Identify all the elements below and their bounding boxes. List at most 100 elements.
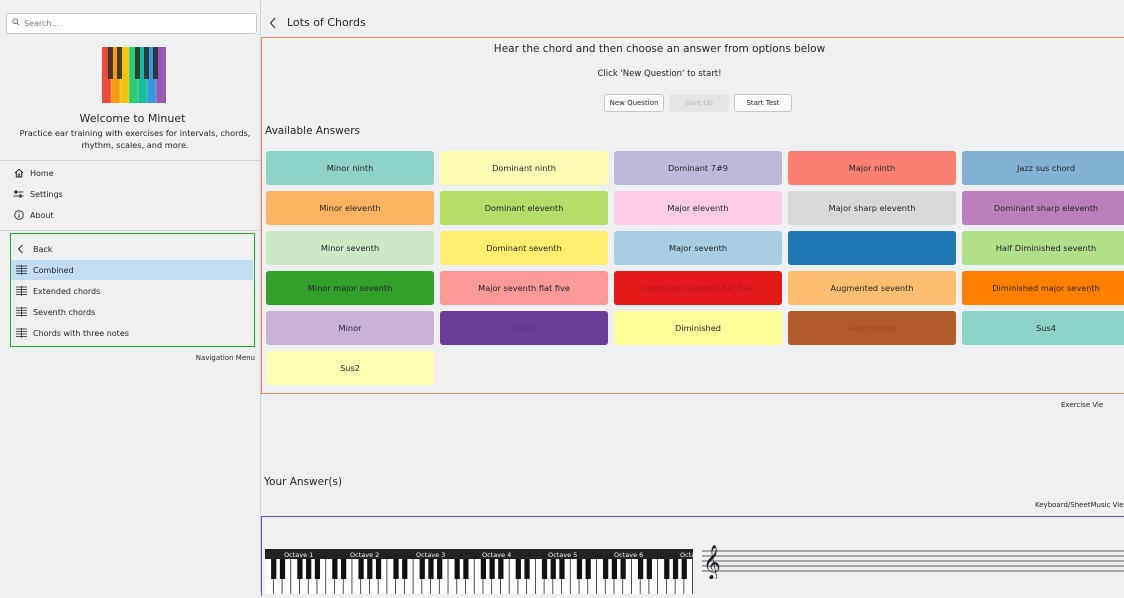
answer-option[interactable]: Major eleventh <box>614 191 782 225</box>
new-question-button[interactable]: New Question <box>604 94 664 112</box>
minuet-logo <box>102 47 166 103</box>
octave-label: Octave 6 <box>614 551 644 559</box>
octave-label: Octa <box>680 551 696 559</box>
answer-option[interactable]: Dominant eleventh <box>440 191 608 225</box>
answer-option[interactable]: Augmented <box>788 311 956 345</box>
nav-home-label: Home <box>30 168 54 178</box>
menu-item-extended-chords[interactable]: Extended chords <box>11 281 253 301</box>
answer-option[interactable]: Sus2 <box>266 351 434 385</box>
answer-option[interactable]: Dominant ninth <box>440 151 608 185</box>
page-header: Lots of Chords <box>261 10 1124 35</box>
answer-option[interactable]: Major seventh flat five <box>440 271 608 305</box>
chord-icon <box>15 265 27 275</box>
black-key <box>454 559 460 579</box>
divider <box>0 230 260 231</box>
answer-option[interactable]: Dominant 7#9 <box>614 151 782 185</box>
nav-home[interactable]: Home <box>0 163 260 183</box>
black-key <box>664 559 670 579</box>
nav-about-label: About <box>30 210 54 220</box>
answer-option[interactable]: Minor eleventh <box>266 191 434 225</box>
welcome-title: Welcome to Minuet <box>79 112 186 125</box>
menu-item-label: Seventh chords <box>33 307 96 317</box>
instruction-text: Hear the chord and then choose an answer… <box>493 43 826 55</box>
exercise-view-caption: Exercise Vie <box>1061 401 1104 409</box>
black-key <box>314 559 321 579</box>
menu-item-three-note-chords[interactable]: Chords with three notes <box>11 323 253 343</box>
start-test-button[interactable]: Start Test <box>734 94 792 112</box>
menu-item-label: Extended chords <box>33 286 101 296</box>
black-key <box>428 559 434 579</box>
black-key <box>603 559 609 579</box>
answer-option[interactable]: Minor major seventh <box>266 271 434 305</box>
answer-option[interactable]: Dominant sharp eleventh <box>962 191 1124 225</box>
available-answers-title: Available Answers <box>265 125 361 137</box>
black-key <box>576 559 583 579</box>
sheet-music-staff: 𝄞 <box>702 539 1124 581</box>
black-key <box>402 559 408 579</box>
answer-option[interactable]: Half Diminished seventh <box>962 231 1124 265</box>
answer-option[interactable]: Minor <box>266 311 434 345</box>
piano-keyboard[interactable]: Octave 1 Octave 2 Octave 3 Octave 4 Octave 5… <box>265 549 696 594</box>
give-up-button[interactable]: Give Up <box>669 94 729 112</box>
chord-icon <box>15 307 27 317</box>
search-box[interactable] <box>6 13 257 34</box>
sidebar: Welcome to Minuet Practice ear training … <box>0 0 261 592</box>
divider <box>0 160 260 161</box>
black-key <box>550 559 556 579</box>
back-chevron-icon[interactable] <box>269 17 277 29</box>
menu-item-combined[interactable]: Combined <box>11 260 253 280</box>
search-icon <box>12 18 20 28</box>
answer-option[interactable]: Major sharp eleventh <box>788 191 956 225</box>
black-key <box>480 559 486 579</box>
menu-item-label: Chords with three notes <box>33 328 129 338</box>
black-key <box>541 559 548 579</box>
black-key <box>279 559 286 579</box>
menu-back-label: Back <box>33 244 53 254</box>
black-key <box>672 559 679 579</box>
nav-about[interactable]: About <box>0 205 260 225</box>
answer-option[interactable]: Dominant seventh <box>440 231 608 265</box>
answer-option[interactable]: Minor seventh <box>266 231 434 265</box>
black-key <box>524 559 530 579</box>
black-key <box>437 559 443 579</box>
settings-icon <box>12 189 25 199</box>
chord-icon <box>15 328 27 338</box>
black-key <box>559 559 565 579</box>
black-key <box>340 559 347 579</box>
search-input[interactable] <box>24 16 249 30</box>
octave-label: Octave 1 <box>284 551 314 559</box>
menu-item-seventh-chords[interactable]: Seventh chords <box>11 302 253 322</box>
navigation-menu-caption: Navigation Menu <box>195 354 255 362</box>
answer-option[interactable]: Diminished major seventh <box>962 271 1124 305</box>
keyboard-sheet-music-view: Octave 1 Octave 2 Octave 3 Octave 4 Octave 5… <box>261 516 1124 596</box>
answer-option[interactable]: Major <box>440 311 608 345</box>
answer-option[interactable]: Minor ninth <box>266 151 434 185</box>
answer-option[interactable]: Diminished <box>614 311 782 345</box>
black-key <box>611 559 618 579</box>
menu-back[interactable]: Back <box>11 239 253 259</box>
answer-option[interactable]: Augmented seventh <box>788 271 956 305</box>
answer-option[interactable]: Sus4 <box>962 311 1124 345</box>
answer-option[interactable]: Dominant seventh flat five <box>614 271 782 305</box>
black-key <box>620 559 626 579</box>
answer-option[interactable]: Jazz sus chord <box>962 151 1124 185</box>
answer-option[interactable]: Major ninth <box>788 151 956 185</box>
black-key <box>463 559 469 579</box>
answer-option[interactable]: Diminished seventh <box>788 231 956 265</box>
black-key <box>358 559 364 579</box>
octave-label: Octave 4 <box>482 551 512 559</box>
black-key <box>393 559 399 579</box>
chevron-left-icon <box>15 244 27 254</box>
menu-item-label: Combined <box>33 265 74 275</box>
answer-option[interactable]: Major seventh <box>614 231 782 265</box>
welcome-subtitle: Practice ear training with exercises for… <box>19 128 251 150</box>
nav-settings[interactable]: Settings <box>0 184 260 204</box>
black-key <box>419 559 425 579</box>
black-key <box>375 559 382 579</box>
black-key <box>271 559 277 579</box>
chord-icon <box>15 286 27 296</box>
black-key <box>297 559 303 579</box>
octave-label: Octave 3 <box>416 551 446 559</box>
treble-clef-icon: 𝄞 <box>703 545 721 579</box>
nav-settings-label: Settings <box>30 189 63 199</box>
